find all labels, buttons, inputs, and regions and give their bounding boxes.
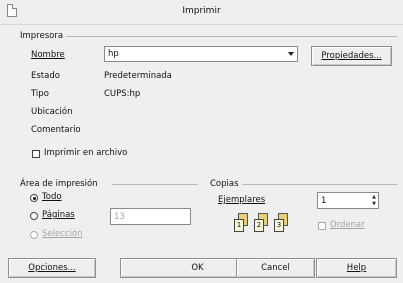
print-to-file-checkbox[interactable] <box>32 150 40 158</box>
status-label: Estado <box>31 71 60 81</box>
chevron-down-icon[interactable] <box>288 52 294 56</box>
type-value: CUPS:hp <box>104 89 141 99</box>
comment-label: Comentario <box>31 125 81 135</box>
spin-down-icon[interactable]: ▼ <box>371 201 377 207</box>
cancel-button[interactable]: Cancel <box>236 258 315 278</box>
collate-illustration: 1 2 3 <box>232 213 300 241</box>
copies-label: Ejemplares <box>218 195 266 205</box>
printer-group-line <box>55 36 397 37</box>
collate-label[interactable]: Ordenar <box>330 220 365 230</box>
properties-button[interactable]: Propiedades... <box>311 46 392 66</box>
collate-page-icon: 3 <box>274 219 284 232</box>
pages-input-value: 13 <box>114 212 125 222</box>
print-range-group-line <box>112 184 198 185</box>
collate-page-icon: 2 <box>254 219 264 232</box>
options-button[interactable]: Opciones... <box>8 258 96 278</box>
location-label: Ubicación <box>31 107 73 117</box>
spin-up-icon[interactable]: ▲ <box>371 194 377 200</box>
collate-checkbox[interactable] <box>318 222 326 230</box>
radio-paginas[interactable] <box>30 212 38 220</box>
printer-name-label: Nombre <box>31 50 65 60</box>
print-to-file-label[interactable]: Imprimir en archivo <box>44 148 127 158</box>
printer-name-value: hp <box>108 49 119 59</box>
type-label: Tipo <box>31 89 49 99</box>
printer-group-label: Impresora <box>20 31 67 41</box>
copies-value: 1 <box>321 196 327 206</box>
radio-todo[interactable] <box>30 194 38 202</box>
printer-name-combobox[interactable]: hp <box>104 46 298 62</box>
collate-page-icon: 1 <box>234 219 244 232</box>
copies-group-line <box>240 184 397 185</box>
pages-input[interactable]: 13 <box>110 208 191 225</box>
status-value: Predeterminada <box>104 71 172 81</box>
copies-spinbox[interactable]: 1 ▲ ▼ <box>317 192 379 209</box>
radio-todo-label[interactable]: Todo <box>42 192 62 202</box>
window-title: Imprimir <box>182 6 221 16</box>
radio-seleccion-label[interactable]: Selección <box>42 229 83 239</box>
print-range-group-label: Área de impresión <box>20 179 101 189</box>
radio-paginas-label[interactable]: Páginas <box>42 210 75 220</box>
help-button[interactable]: Help <box>316 258 397 278</box>
copies-group-label: Copias <box>210 179 242 189</box>
radio-seleccion[interactable] <box>30 231 38 239</box>
